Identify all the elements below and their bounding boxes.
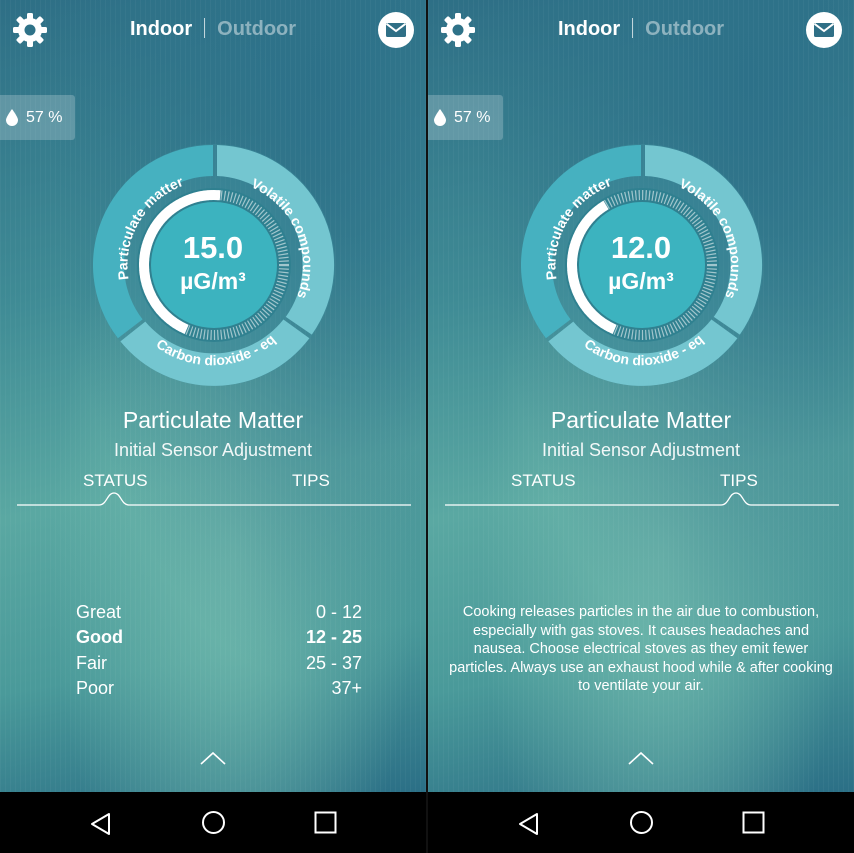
tab-divider xyxy=(632,18,634,38)
recents-square-icon[interactable] xyxy=(314,811,337,834)
tab-tips[interactable]: TIPS xyxy=(292,471,330,491)
mail-icon[interactable] xyxy=(378,12,414,48)
tab-indicator-line xyxy=(17,492,411,506)
range-value: 0 - 12 xyxy=(315,602,362,622)
reading-value: 12.0 xyxy=(610,230,672,265)
screen-tips: Indoor Outdoor 57 % Particulate matter Vo… xyxy=(428,0,854,853)
tab-indicator-line xyxy=(445,492,839,506)
tab-outdoor[interactable]: Outdoor xyxy=(217,18,296,40)
range-label: Great xyxy=(76,602,122,622)
location-tabs: Indoor Outdoor xyxy=(0,18,426,41)
humidity-badge[interactable]: 57 % xyxy=(428,95,503,140)
range-label: Fair xyxy=(76,653,107,673)
reading-unit: µG/m³ xyxy=(180,268,246,294)
back-triangle-icon[interactable] xyxy=(517,812,541,836)
chevron-up-icon[interactable] xyxy=(627,750,655,766)
home-circle-icon[interactable] xyxy=(201,810,226,835)
water-drop-icon xyxy=(434,109,446,126)
pollutant-subtitle: Initial Sensor Adjustment xyxy=(113,440,313,460)
water-drop-icon xyxy=(6,109,18,126)
tab-status[interactable]: STATUS xyxy=(511,471,576,491)
location-tabs: Indoor Outdoor xyxy=(428,18,854,41)
tab-status[interactable]: STATUS xyxy=(83,471,148,491)
humidity-value: 57 % xyxy=(26,109,63,126)
home-circle-icon[interactable] xyxy=(629,810,654,835)
pollutant-title: Particulate Matter xyxy=(550,407,732,433)
tab-divider xyxy=(204,18,206,38)
range-label: Good xyxy=(76,627,123,647)
tips-text: Cooking releases particles in the air du… xyxy=(449,604,833,694)
reading-value: 15.0 xyxy=(182,230,244,265)
range-value: 25 - 37 xyxy=(305,653,362,673)
recents-square-icon[interactable] xyxy=(742,811,765,834)
humidity-badge[interactable]: 57 % xyxy=(0,95,75,140)
range-value: 12 - 25 xyxy=(305,627,362,647)
humidity-value: 57 % xyxy=(454,109,491,126)
reading-unit: µG/m³ xyxy=(608,268,674,294)
range-label: Poor xyxy=(76,678,115,698)
tab-outdoor[interactable]: Outdoor xyxy=(645,18,724,40)
pollutant-title: Particulate Matter xyxy=(122,407,304,433)
range-value: 37+ xyxy=(331,678,362,698)
chevron-up-icon[interactable] xyxy=(199,750,227,766)
top-bar: Indoor Outdoor xyxy=(0,0,426,60)
pollutant-subtitle: Initial Sensor Adjustment xyxy=(541,440,741,460)
screen-status: Indoor Outdoor 57 % Particulate matter Vo… xyxy=(0,0,426,853)
top-bar: Indoor Outdoor xyxy=(428,0,854,60)
tab-indoor[interactable]: Indoor xyxy=(558,18,620,40)
tab-tips[interactable]: TIPS xyxy=(720,471,758,491)
back-triangle-icon[interactable] xyxy=(89,812,113,836)
tab-indoor[interactable]: Indoor xyxy=(130,18,192,40)
mail-icon[interactable] xyxy=(806,12,842,48)
